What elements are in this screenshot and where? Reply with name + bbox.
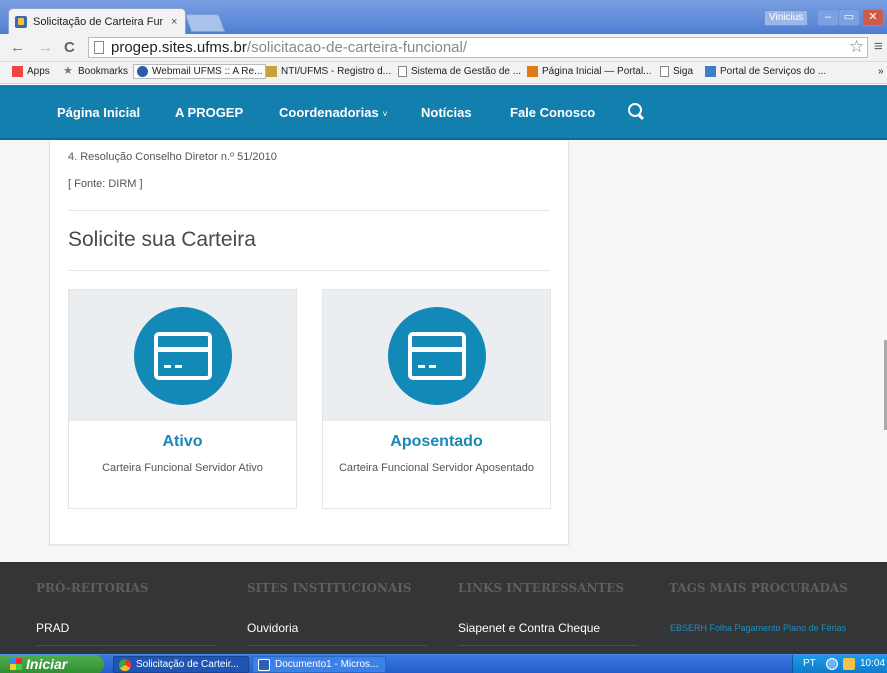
language-indicator[interactable]: PT bbox=[803, 655, 816, 673]
portal-servicos-icon bbox=[705, 66, 716, 77]
content-card: 4. Resolução Conselho Diretor n.º 51/201… bbox=[49, 140, 569, 545]
webmail-icon bbox=[137, 66, 148, 77]
site-favicon-icon bbox=[15, 15, 27, 28]
option-description: Carteira Funcional Servidor Ativo bbox=[102, 462, 263, 474]
network-icon[interactable] bbox=[826, 658, 838, 670]
browser-window: Solicitação de Carteira Funci × Vinicius… bbox=[0, 0, 887, 673]
toolbar: ← → C progep.sites.ufms.br/solicitacao-d… bbox=[0, 34, 887, 62]
url-host: progep.sites.ufms.br bbox=[111, 39, 247, 56]
new-tab-button[interactable] bbox=[184, 14, 226, 32]
footer-link-siapenet[interactable]: Siapenet e Contra Cheque bbox=[458, 621, 600, 635]
taskbar-word[interactable]: Documento1 - Micros... bbox=[252, 656, 386, 673]
bookmark-siga[interactable]: Siga bbox=[660, 66, 693, 77]
divider bbox=[68, 210, 550, 211]
bookmark-sistema[interactable]: Sistema de Gestão de ... bbox=[398, 66, 521, 77]
start-button[interactable]: Iniciar bbox=[0, 655, 104, 673]
site-footer: PRÓ-REITORIAS SITES INSTITUCIONAIS LINKS… bbox=[0, 562, 887, 654]
address-bar[interactable]: progep.sites.ufms.br/solicitacao-de-cart… bbox=[88, 37, 868, 58]
search-icon[interactable] bbox=[628, 103, 644, 119]
footer-heading: LINKS INTERESSANTES bbox=[458, 581, 625, 595]
site-navigation: Página Inicial A PROGEP Coordenadorias ˅… bbox=[0, 85, 887, 140]
profile-user-button[interactable]: Vinicius bbox=[764, 10, 809, 26]
option-aposentado-card[interactable]: Aposentado Carteira Funcional Servidor A… bbox=[322, 289, 551, 509]
chrome-icon bbox=[119, 659, 131, 671]
divider bbox=[458, 645, 638, 646]
tab-title: Solicitação de Carteira Funci bbox=[33, 15, 163, 28]
footer-heading: PRÓ-REITORIAS bbox=[36, 581, 149, 595]
option-title[interactable]: Aposentado bbox=[323, 433, 550, 451]
card-icon-circle bbox=[134, 307, 232, 405]
close-window-button[interactable]: ✕ bbox=[862, 9, 884, 26]
menu-icon[interactable]: ≡ bbox=[874, 38, 883, 55]
browser-tab[interactable]: Solicitação de Carteira Funci × bbox=[8, 8, 186, 34]
taskbar-chrome[interactable]: Solicitação de Carteir... bbox=[113, 656, 249, 673]
title-bar: Solicitação de Carteira Funci × Vinicius… bbox=[0, 0, 887, 34]
footer-tags[interactable]: EBSERH Folha Pagamento Plano de Férias bbox=[670, 623, 846, 633]
page-content: 4. Resolução Conselho Diretor n.º 51/201… bbox=[0, 140, 887, 562]
clock[interactable]: 10:04 bbox=[860, 655, 885, 673]
maximize-button[interactable]: ▭ bbox=[838, 9, 860, 26]
page-icon bbox=[94, 41, 104, 54]
system-tray: PT 10:04 bbox=[792, 655, 887, 673]
windows-logo-icon bbox=[10, 658, 22, 670]
footer-heading: SITES INSTITUCIONAIS bbox=[247, 581, 412, 595]
bookmark-apps[interactable]: Apps bbox=[12, 66, 50, 77]
divider bbox=[247, 645, 427, 646]
apps-grid-icon bbox=[12, 66, 23, 77]
word-icon bbox=[258, 659, 270, 671]
security-icon[interactable] bbox=[843, 658, 855, 670]
bookmark-portal-servicos[interactable]: Portal de Serviços do ... bbox=[705, 66, 826, 77]
page-icon bbox=[398, 66, 407, 77]
nav-coordenadorias[interactable]: Coordenadorias ˅ bbox=[279, 105, 388, 120]
bookmarks-overflow[interactable]: » bbox=[878, 66, 884, 77]
option-ativo-card[interactable]: Ativo Carteira Funcional Servidor Ativo bbox=[68, 289, 297, 509]
section-heading: Solicite sua Carteira bbox=[68, 228, 256, 251]
page-icon bbox=[660, 66, 669, 77]
nav-a-progep[interactable]: A PROGEP bbox=[175, 105, 243, 120]
taskbar: Iniciar Solicitação de Carteir... Docume… bbox=[0, 654, 887, 673]
option-image-area bbox=[323, 290, 550, 421]
source-text: [ Fonte: DIRM ] bbox=[68, 178, 143, 190]
footer-link-ouvidoria[interactable]: Ouvidoria bbox=[247, 621, 298, 635]
forward-arrow-icon[interactable]: → bbox=[38, 39, 53, 56]
option-title[interactable]: Ativo bbox=[69, 433, 296, 451]
nti-icon bbox=[266, 66, 277, 77]
divider bbox=[68, 270, 550, 271]
option-image-area bbox=[69, 290, 296, 421]
nav-pagina-inicial[interactable]: Página Inicial bbox=[57, 105, 140, 120]
reload-icon[interactable]: C bbox=[64, 39, 75, 56]
footer-heading: TAGS MAIS PROCURADAS bbox=[669, 581, 848, 595]
footer-link-prad[interactable]: PRAD bbox=[36, 621, 69, 635]
bookmark-webmail[interactable]: Webmail UFMS :: A Re... bbox=[133, 64, 267, 79]
nav-noticias[interactable]: Notícias bbox=[421, 105, 472, 120]
nav-fale-conosco[interactable]: Fale Conosco bbox=[510, 105, 595, 120]
bookmark-bookmarks[interactable]: ★ Bookmarks bbox=[63, 65, 128, 78]
resolution-text: 4. Resolução Conselho Diretor n.º 51/201… bbox=[68, 151, 277, 163]
chevron-down-icon: ˅ bbox=[382, 109, 388, 119]
divider bbox=[36, 645, 216, 646]
card-icon bbox=[408, 332, 466, 380]
portal-icon bbox=[527, 66, 538, 77]
bookmarks-bar: Apps ★ Bookmarks Webmail UFMS :: A Re... … bbox=[0, 62, 887, 84]
star-icon: ★ bbox=[63, 65, 73, 77]
minimize-button[interactable]: – bbox=[817, 9, 839, 26]
url-path: /solicitacao-de-carteira-funcional/ bbox=[246, 39, 468, 56]
bookmark-star-icon[interactable]: ☆ bbox=[849, 37, 864, 57]
card-icon bbox=[154, 332, 212, 380]
tab-close-icon[interactable]: × bbox=[171, 16, 177, 28]
bookmark-nti[interactable]: NTI/UFMS - Registro d... bbox=[266, 66, 391, 77]
back-arrow-icon[interactable]: ← bbox=[10, 39, 25, 56]
card-icon-circle bbox=[388, 307, 486, 405]
bookmark-pagina-inicial[interactable]: Página Inicial — Portal... bbox=[527, 66, 652, 77]
option-description: Carteira Funcional Servidor Aposentado bbox=[338, 462, 535, 474]
